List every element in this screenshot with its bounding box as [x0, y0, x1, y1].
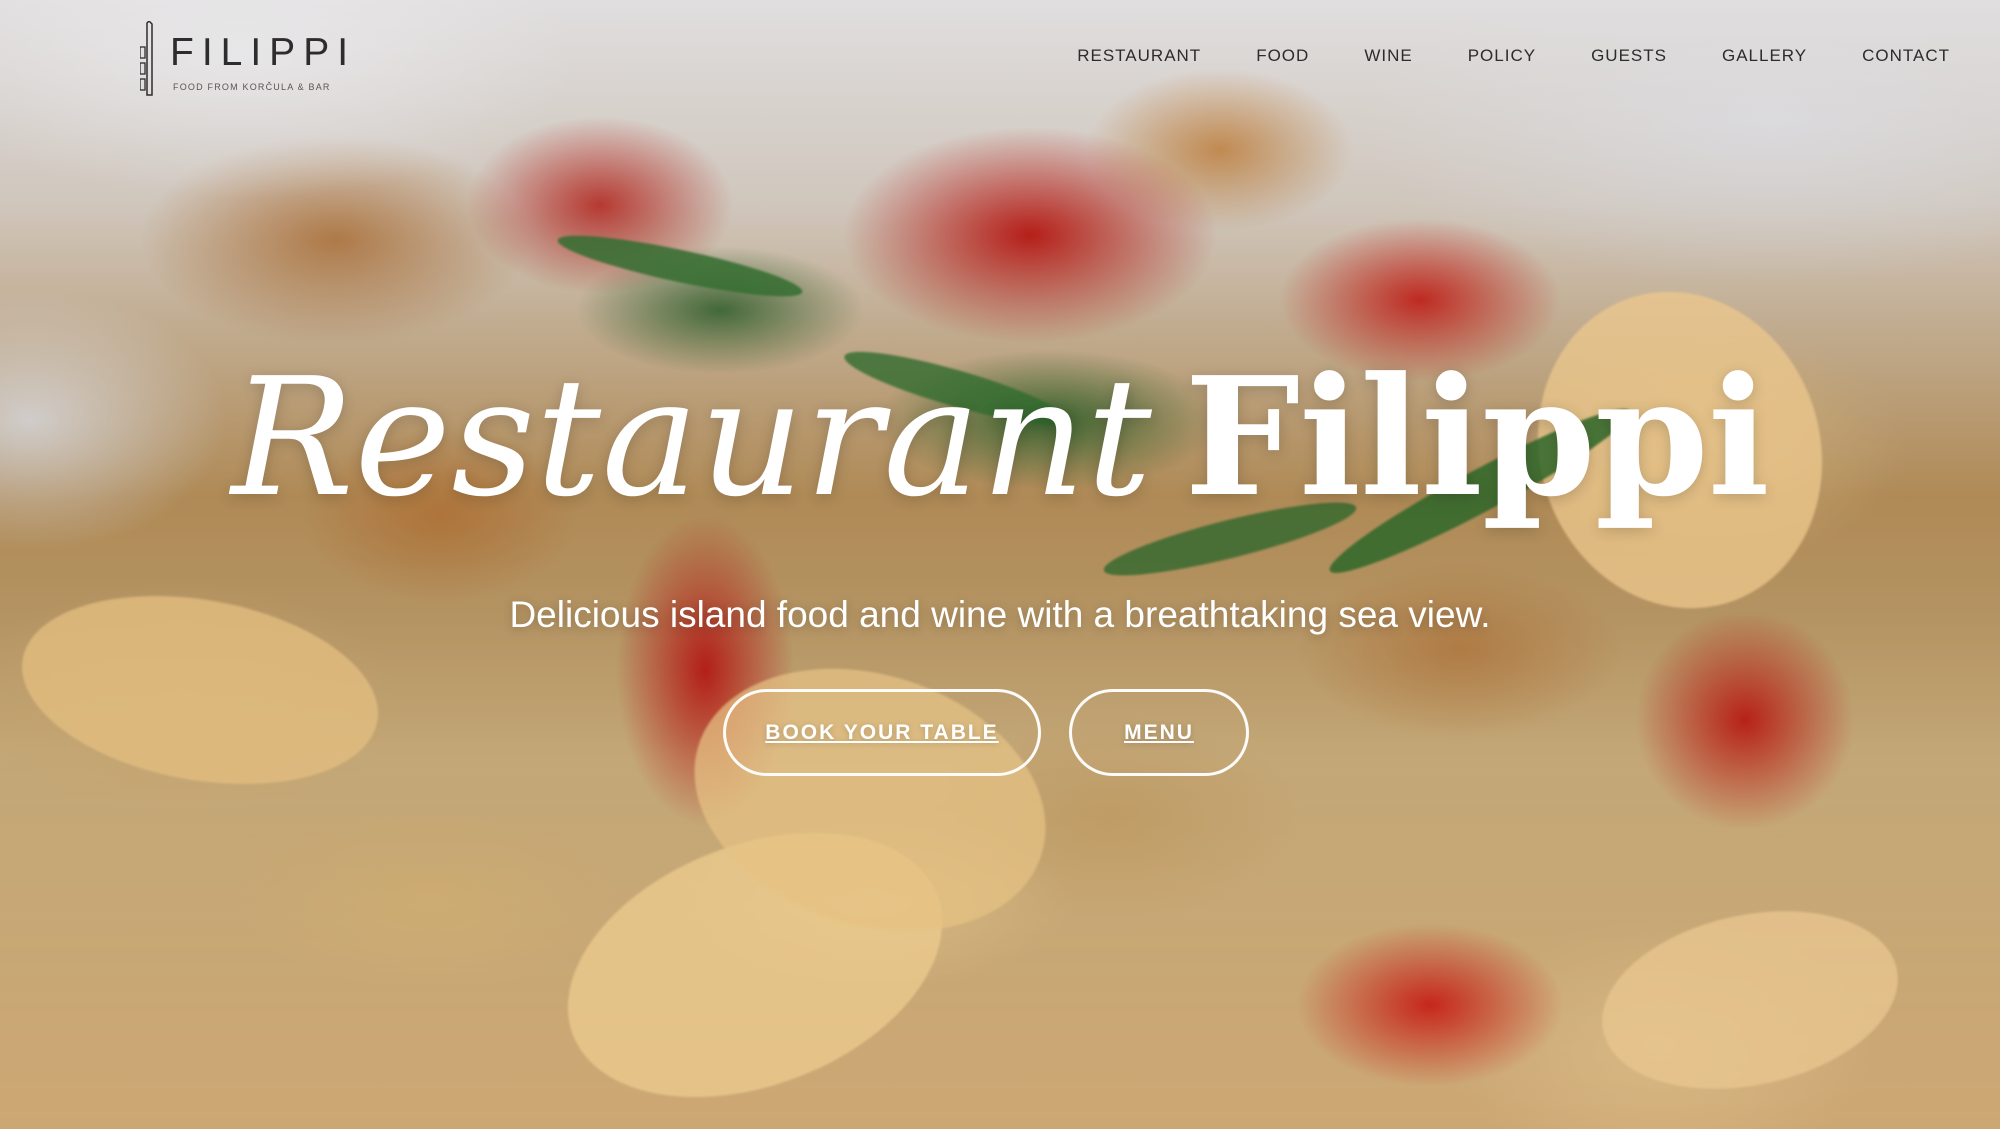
- nav-item-restaurant[interactable]: RESTAURANT: [1077, 46, 1201, 66]
- nav-item-guests[interactable]: GUESTS: [1591, 46, 1667, 66]
- hero-title-italic: Restaurant: [231, 344, 1153, 533]
- logo-title: FILIPPI: [170, 31, 357, 74]
- nav-item-gallery[interactable]: GALLERY: [1722, 46, 1807, 66]
- hero-title-bold: Filippi: [1184, 342, 1769, 533]
- site-header: FILIPPI FOOD FROM KORČULA & BAR RESTAURA…: [0, 0, 2000, 120]
- site-logo[interactable]: FILIPPI FOOD FROM KORČULA & BAR: [140, 21, 355, 99]
- hero-section: FILIPPI FOOD FROM KORČULA & BAR RESTAURA…: [0, 0, 2000, 1129]
- logo-building-icon: [140, 21, 153, 96]
- hero-title: Restaurant Filippi: [0, 356, 2000, 520]
- nav-item-wine[interactable]: WINE: [1364, 46, 1412, 66]
- book-table-button[interactable]: BOOK YOUR TABLE: [723, 689, 1041, 776]
- hero-subtitle: Delicious island food and wine with a br…: [509, 594, 1491, 635]
- hero-content: Restaurant Filippi Delicious island food …: [0, 0, 2000, 1129]
- nav-item-contact[interactable]: CONTACT: [1862, 46, 1950, 66]
- nav-item-policy[interactable]: POLICY: [1468, 46, 1536, 66]
- logo-tagline: FOOD FROM KORČULA & BAR: [173, 82, 331, 92]
- main-navigation: RESTAURANT FOOD WINE POLICY GUESTS GALLE…: [1022, 46, 1950, 66]
- nav-item-food[interactable]: FOOD: [1256, 46, 1309, 66]
- menu-button[interactable]: MENU: [1069, 689, 1249, 776]
- hero-actions: BOOK YOUR TABLE MENU: [0, 689, 2000, 776]
